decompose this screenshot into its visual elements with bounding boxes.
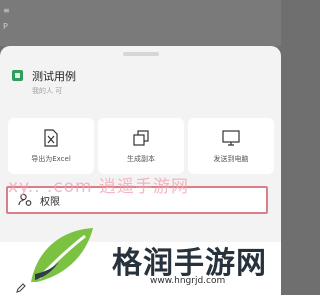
document-header: 测试用例 我的人 可 <box>12 68 262 102</box>
drag-handle[interactable] <box>123 52 159 56</box>
logo-url: www.hngrjd.com <box>150 276 226 286</box>
make-copy-label: 生成副本 <box>127 155 155 163</box>
excel-export-icon <box>41 128 61 148</box>
top-glyph-1: ≡ <box>3 6 10 15</box>
send-to-computer-label: 发送到电脑 <box>213 155 249 163</box>
copy-icon <box>131 128 151 148</box>
top-glyph-2: P <box>3 22 8 31</box>
background-app: ≡ P <box>0 0 281 46</box>
spreadsheet-icon <box>12 70 23 81</box>
site-watermark: xy.. .com 逍遥手游网 <box>8 177 190 197</box>
export-excel-label: 导出为Excel <box>31 155 71 163</box>
document-subtitle: 我的人 可 <box>32 87 63 95</box>
export-excel-button[interactable]: 导出为Excel <box>8 118 94 174</box>
logo-leaf-icon <box>27 224 99 286</box>
action-grid: 导出为Excel 生成副本 发送到电脑 <box>8 118 274 174</box>
monitor-icon <box>221 128 241 148</box>
document-title: 测试用例 <box>32 70 76 83</box>
make-copy-button[interactable]: 生成副本 <box>98 118 184 174</box>
send-to-computer-button[interactable]: 发送到电脑 <box>188 118 274 174</box>
edit-icon <box>14 280 28 294</box>
